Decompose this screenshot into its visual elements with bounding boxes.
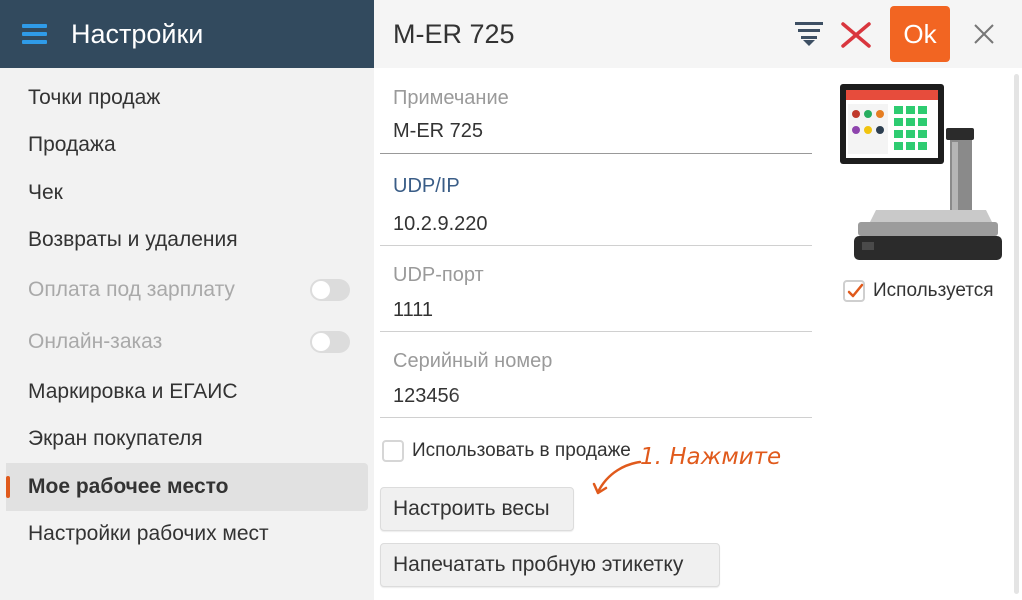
serial-number-field[interactable]: Серийный номер 123456 <box>380 332 812 418</box>
configure-scales-button[interactable]: Настроить весы <box>380 487 574 531</box>
sidebar-header: Настройки <box>0 0 374 68</box>
menu-item-label: Возвраты и удаления <box>28 228 238 252</box>
menu-item-label: Оплата под зарплату <box>28 278 235 301</box>
menu-item-label: Продажа <box>28 133 116 157</box>
menu-item-label: Онлайн-заказ <box>28 330 163 353</box>
menu-item-marking[interactable]: Маркировка и ЕГАИС <box>0 368 368 416</box>
menu-item-receipt[interactable]: Чек <box>0 169 368 217</box>
scales-device-image <box>840 84 1002 260</box>
menu-item-label: Точки продаж <box>28 85 161 109</box>
udp-port-label: UDP-порт <box>393 264 484 286</box>
note-value[interactable]: M-ER 725 <box>393 120 483 143</box>
checkmark-icon <box>847 283 864 298</box>
menu-item-label: Мое рабочее место <box>28 474 229 498</box>
used-label: Используется <box>873 280 994 301</box>
menu-item-returns[interactable]: Возвраты и удаления <box>0 217 368 265</box>
udp-port-field[interactable]: UDP-порт 1111 <box>380 246 812 332</box>
menu-item-online-order: Онлайн-заказ <box>0 316 368 368</box>
used-checkbox[interactable] <box>843 280 865 302</box>
udp-ip-value[interactable]: 10.2.9.220 <box>393 213 488 236</box>
menu-item-sales-points[interactable]: Точки продаж <box>0 74 368 122</box>
serial-blur-overlay <box>452 380 542 412</box>
delete-icon[interactable] <box>840 18 872 50</box>
udp-port-value[interactable]: 1111 <box>393 299 433 322</box>
note-field[interactable]: Примечание M-ER 725 <box>380 68 812 154</box>
sidebar: Настройки Точки продаж Продажа Чек Возвр… <box>0 0 374 600</box>
salary-payment-toggle[interactable] <box>310 279 350 301</box>
online-order-toggle[interactable] <box>310 331 350 353</box>
scrollbar[interactable] <box>1014 74 1019 594</box>
ok-button[interactable]: Ok <box>890 6 950 62</box>
used-row[interactable]: Используется <box>843 280 994 302</box>
settings-menu: Точки продаж Продажа Чек Возвраты и удал… <box>0 68 374 558</box>
menu-item-label: Экран покупателя <box>28 427 203 451</box>
print-test-label-button[interactable]: Напечатать пробную этикетку <box>380 543 720 587</box>
serial-number-value[interactable]: 123456 <box>393 385 460 408</box>
menu-item-salary-payment: Оплата под зарплату <box>0 264 368 316</box>
annotation-arrow-icon <box>592 460 642 495</box>
menu-item-label: Чек <box>28 180 63 204</box>
use-in-sale-checkbox[interactable] <box>382 440 404 462</box>
menu-item-customer-screen[interactable]: Экран покупателя <box>0 416 368 464</box>
detail-header: M-ER 725 Ok <box>374 0 1022 68</box>
serial-number-label: Серийный номер <box>393 350 553 372</box>
udp-ip-field[interactable]: UDP/IP 10.2.9.220 <box>380 154 812 246</box>
annotation-text: 1. Нажмите <box>640 444 782 470</box>
menu-item-sale[interactable]: Продажа <box>0 122 368 170</box>
menu-item-label: Маркировка и ЕГАИС <box>28 379 238 403</box>
filter-icon[interactable] <box>794 20 824 46</box>
menu-item-label: Настройки рабочих мест <box>28 522 269 546</box>
device-title: M-ER 725 <box>393 18 515 49</box>
hamburger-menu-icon[interactable] <box>22 24 47 44</box>
note-label: Примечание <box>393 87 509 109</box>
menu-item-workplace-settings[interactable]: Настройки рабочих мест <box>0 511 368 559</box>
sidebar-title: Настройки <box>71 18 204 49</box>
close-icon[interactable] <box>972 22 996 46</box>
menu-item-my-workplace[interactable]: Мое рабочее место <box>6 463 368 511</box>
udp-ip-label: UDP/IP <box>393 175 460 197</box>
